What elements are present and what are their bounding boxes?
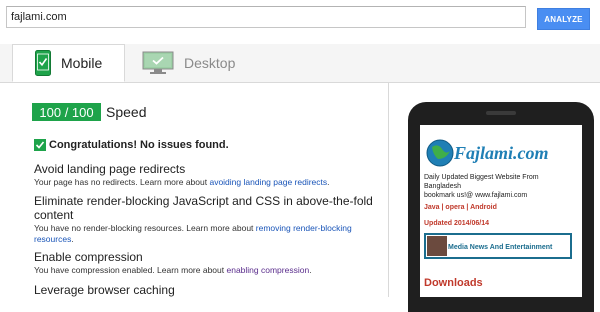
- phone-speaker: [486, 111, 516, 115]
- rule-title: Leverage browser caching: [34, 283, 175, 297]
- tagline-line-2: bookmark us!@ www.fajlami.com: [424, 192, 528, 199]
- rule-link-compression[interactable]: enabling compression: [226, 265, 309, 275]
- media-thumbnail: [427, 236, 447, 256]
- rule-title: Enable compression: [34, 250, 143, 264]
- score-label: Speed: [106, 104, 147, 120]
- score-badge: 100 / 100: [32, 103, 101, 121]
- updated-date: Updated 2014/06/14: [424, 220, 489, 227]
- rule-caching: Leverage browser caching: [34, 283, 379, 297]
- analyze-button[interactable]: ANALYZE: [537, 8, 590, 30]
- rule-desc: Your page has no redirects. Learn more a…: [34, 177, 379, 188]
- downloads-heading: Downloads: [424, 277, 483, 289]
- rule-desc-text: You have compression enabled. Learn more…: [34, 265, 227, 275]
- rule-desc-end: .: [327, 177, 330, 187]
- phone-screen-preview: Fajlami.com Daily Updated Biggest Websit…: [420, 125, 582, 297]
- site-logo: Fajlami.com: [424, 133, 578, 171]
- media-banner-text: Media News And Entertainment: [448, 244, 553, 251]
- rule-desc-text: You have no render-blocking resources. L…: [34, 223, 256, 233]
- site-tagline: Daily Updated Biggest Website From Bangl…: [424, 173, 574, 200]
- tab-mobile-label: Mobile: [61, 55, 103, 71]
- site-nav-links: Java | opera | Android: [424, 204, 497, 211]
- rule-title: Eliminate render-blocking JavaScript and…: [34, 194, 373, 222]
- mobile-phone-icon: [35, 50, 51, 76]
- rule-desc-text: Your page has no redirects. Learn more a…: [34, 177, 210, 187]
- rule-redirects: Avoid landing page redirects Your page h…: [34, 162, 379, 188]
- congrats-text: Congratulations! No issues found.: [49, 139, 229, 151]
- tab-mobile[interactable]: Mobile: [12, 44, 125, 82]
- rule-desc: You have compression enabled. Learn more…: [34, 265, 379, 276]
- column-divider: [388, 82, 389, 297]
- rule-desc-end: .: [71, 234, 74, 244]
- rule-link-redirects[interactable]: avoiding landing page redirects: [209, 177, 327, 187]
- rule-compression: Enable compression You have compression …: [34, 250, 379, 276]
- rule-desc: You have no render-blocking resources. L…: [34, 223, 379, 245]
- tab-desktop[interactable]: Desktop: [138, 44, 258, 82]
- url-input[interactable]: [6, 6, 526, 28]
- logo-text: Fajlami.com: [453, 143, 549, 163]
- rule-render-blocking: Eliminate render-blocking JavaScript and…: [34, 194, 379, 245]
- device-tabbar: Mobile Desktop: [0, 44, 600, 83]
- desktop-monitor-icon: [142, 51, 174, 74]
- tagline-line-1: Daily Updated Biggest Website From Bangl…: [424, 174, 539, 190]
- check-icon: [34, 139, 46, 151]
- congrats-row: Congratulations! No issues found.: [34, 139, 229, 151]
- tab-desktop-label: Desktop: [184, 55, 236, 71]
- rule-title: Avoid landing page redirects: [34, 162, 186, 176]
- media-banner: Media News And Entertainment: [424, 233, 572, 259]
- rule-desc-end: .: [309, 265, 312, 275]
